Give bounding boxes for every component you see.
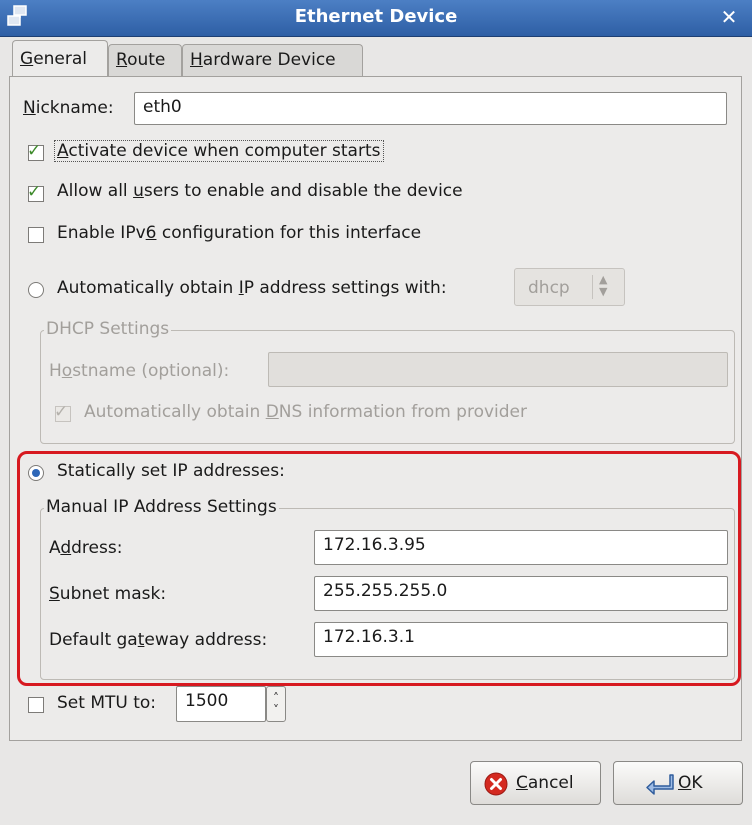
- radio-selected-dot: [32, 469, 40, 477]
- tab-hardware-mnemonic: H: [190, 50, 203, 70]
- dhcp-settings-frame: [40, 330, 735, 444]
- tab-general[interactable]: General: [12, 40, 108, 77]
- combo-separator: [592, 275, 593, 299]
- mtu-spinner[interactable]: ˄ ˅: [266, 686, 286, 722]
- spin-down-icon: ˅: [273, 703, 279, 717]
- subnet-mask-label: Subnet mask:: [49, 584, 167, 604]
- cancel-icon: [484, 772, 508, 796]
- tab-hardware-device[interactable]: Hardware Device: [182, 44, 363, 76]
- hostname-label: Hostname (optional):: [49, 361, 230, 381]
- subnet-mask-input[interactable]: 255.255.255.0: [314, 576, 728, 611]
- address-label: Address:: [49, 538, 123, 558]
- gateway-label: Default gateway address:: [49, 630, 268, 650]
- mtu-checkbox[interactable]: [28, 697, 44, 713]
- window-title: Ethernet Device: [294, 6, 458, 27]
- tab-route-label: oute: [127, 50, 166, 70]
- tab-route[interactable]: Route: [108, 44, 182, 76]
- combo-arrows-icon: ▲ ▼: [599, 273, 608, 298]
- ipv6-checkbox[interactable]: [28, 227, 44, 243]
- ipv6-label[interactable]: Enable IPv6 configuration for this inter…: [57, 223, 421, 243]
- mtu-input[interactable]: 1500: [176, 686, 266, 722]
- allow-users-label[interactable]: Allow all users to enable and disable th…: [57, 181, 463, 201]
- checkmark-icon: ✓: [27, 141, 42, 161]
- gateway-input[interactable]: 172.16.3.1: [314, 622, 728, 657]
- dhcp-frame-title: DHCP Settings: [44, 319, 172, 339]
- activate-checkbox[interactable]: ✓: [27, 141, 44, 161]
- static-ip-label[interactable]: Statically set IP addresses:: [57, 461, 285, 481]
- checkmark-icon: ✓: [27, 182, 42, 202]
- hostname-input[interactable]: [268, 352, 728, 387]
- manual-ip-frame-title: Manual IP Address Settings: [44, 497, 279, 517]
- ok-button[interactable]: OK: [613, 761, 743, 805]
- ok-label: OK: [678, 773, 703, 793]
- protocol-combo[interactable]: dhcp ▲ ▼: [514, 268, 625, 306]
- tab-hardware-label: ardware Device: [202, 50, 336, 70]
- checkmark-icon: ✓: [54, 402, 69, 422]
- protocol-value: dhcp: [528, 278, 570, 298]
- cancel-label: Cancel: [516, 773, 574, 793]
- address-input[interactable]: 172.16.3.95: [314, 530, 728, 565]
- auto-ip-label[interactable]: Automatically obtain IP address settings…: [57, 278, 447, 298]
- static-ip-radio[interactable]: [28, 465, 44, 481]
- tab-route-mnemonic: R: [116, 50, 128, 70]
- allow-users-checkbox[interactable]: ✓: [27, 182, 44, 202]
- cancel-button[interactable]: Cancel: [470, 761, 601, 805]
- nickname-label: Nickname:: [23, 98, 114, 118]
- tab-general-mnemonic: G: [20, 49, 34, 69]
- ethernet-device-dialog: Ethernet Device ✕ General Route Hardware…: [0, 0, 752, 825]
- enter-arrow-icon: [646, 774, 674, 795]
- close-button[interactable]: ✕: [712, 2, 746, 32]
- mtu-label[interactable]: Set MTU to:: [57, 693, 156, 713]
- dns-label[interactable]: Automatically obtain DNS information fro…: [84, 402, 527, 422]
- dns-checkbox[interactable]: ✓: [54, 402, 71, 422]
- title-bar[interactable]: Ethernet Device ✕: [0, 0, 752, 37]
- tab-general-label: eneral: [33, 49, 88, 69]
- nickname-input[interactable]: eth0: [134, 92, 727, 125]
- activate-label[interactable]: Activate device when computer starts: [54, 140, 384, 162]
- auto-ip-radio[interactable]: [28, 282, 44, 298]
